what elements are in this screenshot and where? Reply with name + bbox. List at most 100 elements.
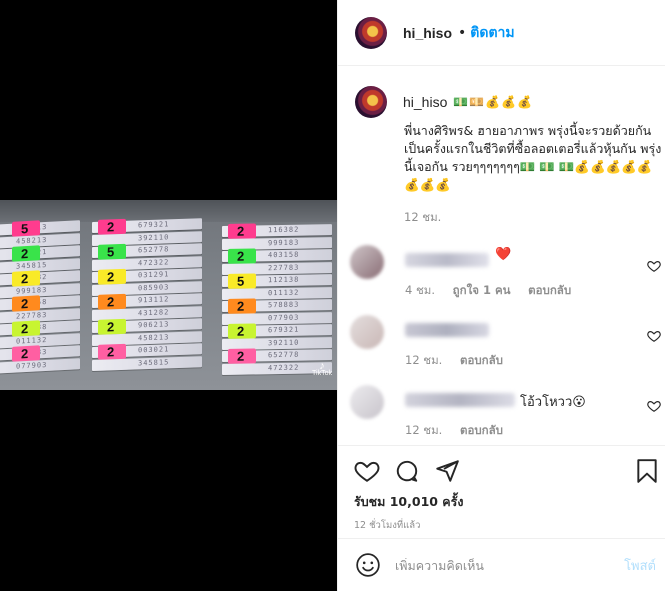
post-caption: hi_hiso 💵💴💰💰💰 พี่นางศิริพร& ฮายอาภาพร พร… (355, 86, 661, 227)
caption-avatar[interactable] (355, 86, 387, 118)
separator-dot: • (458, 24, 467, 41)
reply-button[interactable]: ตอบกลับ (460, 353, 503, 367)
caption-text: พี่นางศิริพร& ฮายอาภาพร พรุ่งนี้จะรวยด้ว… (404, 123, 662, 192)
comment-text: ❤️ (495, 247, 512, 262)
ticket-number: 227783 (268, 263, 300, 272)
comment-time[interactable]: 12 ชม. (405, 353, 442, 367)
ticket-number: 652778 (268, 350, 300, 360)
like-comment-icon[interactable] (647, 259, 661, 273)
ticket-number: 077903 (268, 313, 300, 322)
comment-meta: 12 ชม. ตอบกลับ (405, 352, 517, 370)
ticket-digit-tag: 2 (12, 345, 40, 362)
comment-time[interactable]: 4 ชม. (405, 283, 435, 297)
ticket-number: 472322 (138, 257, 170, 267)
ticket-number: 472322 (268, 363, 300, 372)
like-comment-icon[interactable] (647, 399, 661, 413)
commenter-avatar[interactable] (350, 385, 384, 419)
comment-time[interactable]: 12 ชม. (405, 423, 442, 437)
comment-meta: 12 ชม. ตอบกลับ (405, 422, 517, 440)
tiktok-icon: ♪ (319, 360, 325, 372)
ticket-digit-tag: 2 (98, 268, 126, 285)
ticket-digit-tag: 2 (12, 270, 40, 287)
commenter-name-blurred[interactable] (405, 323, 489, 337)
comment-item: 12 ชม. ตอบกลับ (350, 315, 661, 375)
ticket-number: 077903 (16, 360, 48, 371)
ticket-number: 392110 (138, 232, 170, 242)
ticket-number: 652778 (138, 245, 170, 255)
ticket-number: 112138 (268, 275, 300, 285)
ticket-digit-tag: 2 (12, 245, 40, 262)
ticket-number: 345815 (138, 357, 170, 367)
ticket-number: 116382 (268, 225, 300, 235)
ticket-number: 011132 (16, 335, 48, 346)
ticket-digit-tag: 5 (228, 273, 256, 289)
lottery-ticket: 077903 (222, 311, 332, 325)
comment-meta: 4 ชม. ถูกใจ 1 คน ตอบกลับ (405, 282, 585, 300)
ticket-number: 458213 (16, 235, 48, 246)
author-username[interactable]: hi_hiso (403, 25, 452, 41)
like-comment-icon[interactable] (647, 329, 661, 343)
share-icon[interactable] (434, 458, 460, 484)
ticket-digit-tag: 5 (12, 220, 40, 237)
comment-item: ❤️ 4 ชม. ถูกใจ 1 คน ตอบกลับ (350, 245, 661, 305)
post-comment-button[interactable]: โพสต์ (624, 555, 656, 576)
ticket-number: 906213 (138, 320, 170, 330)
post-actions: รับชม 10,010 ครั้ง 12 ชั่วโมงที่แล้ว (338, 445, 665, 535)
heart-icon[interactable] (354, 458, 380, 484)
tiktok-watermark: ♪ TikTok (312, 360, 332, 378)
ticket-digit-tag: 2 (228, 298, 256, 314)
comment-icon[interactable] (394, 458, 420, 484)
instagram-post: 9062135458213003021234581511638229991834… (0, 0, 665, 591)
commenter-avatar[interactable] (350, 245, 384, 279)
ticket-number: 403158 (268, 250, 300, 260)
view-count[interactable]: รับชม 10,010 ครั้ง (354, 492, 464, 512)
ticket-digit-tag: 2 (98, 343, 126, 360)
post-header: hi_hiso • ติดตาม (338, 0, 665, 66)
post-side-panel: hi_hiso • ติดตาม hi_hiso 💵💴💰💰💰 พี่นางศิร… (337, 0, 665, 591)
caption-emoji: 💵💴💰💰💰 (453, 95, 534, 109)
commenter-name-blurred[interactable] (405, 393, 515, 407)
ticket-digit-tag: 2 (228, 323, 256, 339)
post-media[interactable]: 9062135458213003021234581511638229991834… (0, 0, 337, 591)
ticket-number: 458213 (138, 332, 170, 342)
ticket-number: 031291 (138, 270, 170, 280)
ticket-number: 999183 (268, 238, 300, 247)
ticket-number: 085903 (138, 282, 170, 292)
add-comment-bar: โพสต์ (338, 538, 665, 591)
reply-button[interactable]: ตอบกลับ (528, 283, 571, 297)
author-avatar[interactable] (355, 16, 387, 49)
comment-likes[interactable]: ถูกใจ 1 คน (453, 283, 511, 297)
ticket-number: 913112 (138, 295, 170, 305)
comment-input[interactable] (395, 557, 610, 573)
lottery-video[interactable]: 9062135458213003021234581511638229991834… (0, 200, 337, 390)
ticket-number: 999183 (16, 285, 48, 296)
caption-username[interactable]: hi_hiso (403, 94, 447, 110)
lottery-ticket: 392110 (222, 336, 332, 350)
post-timestamp[interactable]: 12 ชั่วโมงที่แล้ว (354, 518, 420, 533)
ticket-digit-tag: 2 (12, 295, 40, 312)
ticket-digit-tag: 2 (12, 320, 40, 337)
commenter-name-blurred[interactable] (405, 253, 489, 267)
reply-button[interactable]: ตอบกลับ (460, 423, 503, 437)
lottery-ticket: 227783 (222, 261, 332, 275)
ticket-digit-tag: 2 (98, 218, 126, 235)
ticket-number: 431282 (138, 307, 170, 317)
ticket-digit-tag: 2 (98, 318, 126, 335)
lottery-ticket: 999183 (222, 236, 332, 250)
ticket-number: 011132 (268, 288, 300, 297)
ticket-digit-tag: 2 (98, 293, 126, 310)
ticket-number: 679321 (138, 220, 170, 230)
ticket-number: 227783 (16, 310, 48, 321)
caption-time[interactable]: 12 ชม. (404, 209, 655, 227)
commenter-avatar[interactable] (350, 315, 384, 349)
bookmark-icon[interactable] (634, 458, 660, 484)
comment-item: โอ้วโหวว😮 12 ชม. ตอบกลับ (350, 385, 661, 445)
ticket-digit-tag: 2 (228, 223, 256, 239)
ticket-number: 345815 (16, 260, 48, 271)
ticket-number: 578883 (268, 300, 300, 310)
ticket-number: 003021 (138, 345, 170, 355)
ticket-number: 679321 (268, 325, 300, 335)
follow-button[interactable]: ติดตาม (470, 22, 514, 44)
emoji-icon[interactable] (355, 552, 381, 578)
ticket-digit-tag: 5 (98, 243, 126, 260)
